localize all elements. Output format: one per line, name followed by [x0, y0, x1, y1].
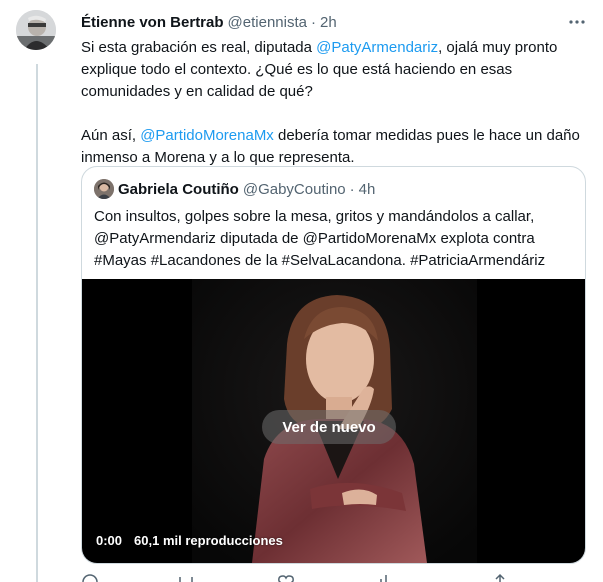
replay-button[interactable]: Ver de nuevo: [262, 410, 396, 444]
avatar-image: [16, 10, 56, 50]
quoted-tweet-text: Con insultos, golpes sobre la mesa, grit…: [94, 208, 546, 269]
more-horizontal-icon[interactable]: [567, 12, 587, 32]
tweet-paragraph-1: Si esta grabación es real, diputada @Pat…: [81, 37, 586, 103]
avatar[interactable]: [16, 10, 56, 50]
quoted-author-name[interactable]: Gabriela Coutiño: [118, 181, 239, 198]
share-icon[interactable]: [491, 573, 509, 582]
separator-dot: ·: [310, 13, 316, 31]
tweet-paragraph-2: Aún así, @PartidoMorenaMx debería tomar …: [81, 125, 586, 169]
reply-icon[interactable]: [81, 573, 99, 582]
quoted-tweet-header: Gabriela Coutiño @GabyCoutino · 4h: [94, 179, 375, 199]
tweet-time[interactable]: 2h: [320, 14, 337, 31]
video-meta: 0:00 60,1 mil reproducciones: [96, 533, 283, 548]
video-views: 60,1 mil reproducciones: [134, 533, 283, 548]
video-time: 0:00: [96, 533, 123, 548]
author-name[interactable]: Étienne von Bertrab: [81, 14, 224, 31]
text-segment: Si esta grabación es real, diputada: [81, 39, 317, 56]
mention-link[interactable]: @PatyArmendariz: [316, 39, 438, 56]
quoted-tweet-time[interactable]: 4h: [359, 181, 376, 198]
video-player[interactable]: Ver de nuevo 0:00 60,1 mil reproduccione…: [82, 279, 585, 563]
quoted-avatar[interactable]: [94, 179, 114, 199]
like-icon[interactable]: [277, 573, 295, 582]
mention-link[interactable]: @PartidoMorenaMx: [140, 127, 274, 144]
separator-dot: ·: [349, 180, 355, 198]
action-bar: [81, 573, 586, 582]
text-segment: Aún así,: [81, 127, 141, 144]
thread-line: [36, 64, 38, 582]
quoted-tweet[interactable]: Gabriela Coutiño @GabyCoutino · 4h Con i…: [81, 166, 586, 564]
author-handle[interactable]: @etiennista: [228, 14, 307, 31]
retweet-icon[interactable]: [177, 573, 195, 582]
tweet-header: Étienne von Bertrab @etiennista · 2h: [81, 12, 587, 32]
tweet-text: Si esta grabación es real, diputada @Pat…: [81, 37, 586, 169]
quoted-author-handle[interactable]: @GabyCoutino: [243, 181, 346, 198]
views-icon[interactable]: [377, 573, 395, 582]
